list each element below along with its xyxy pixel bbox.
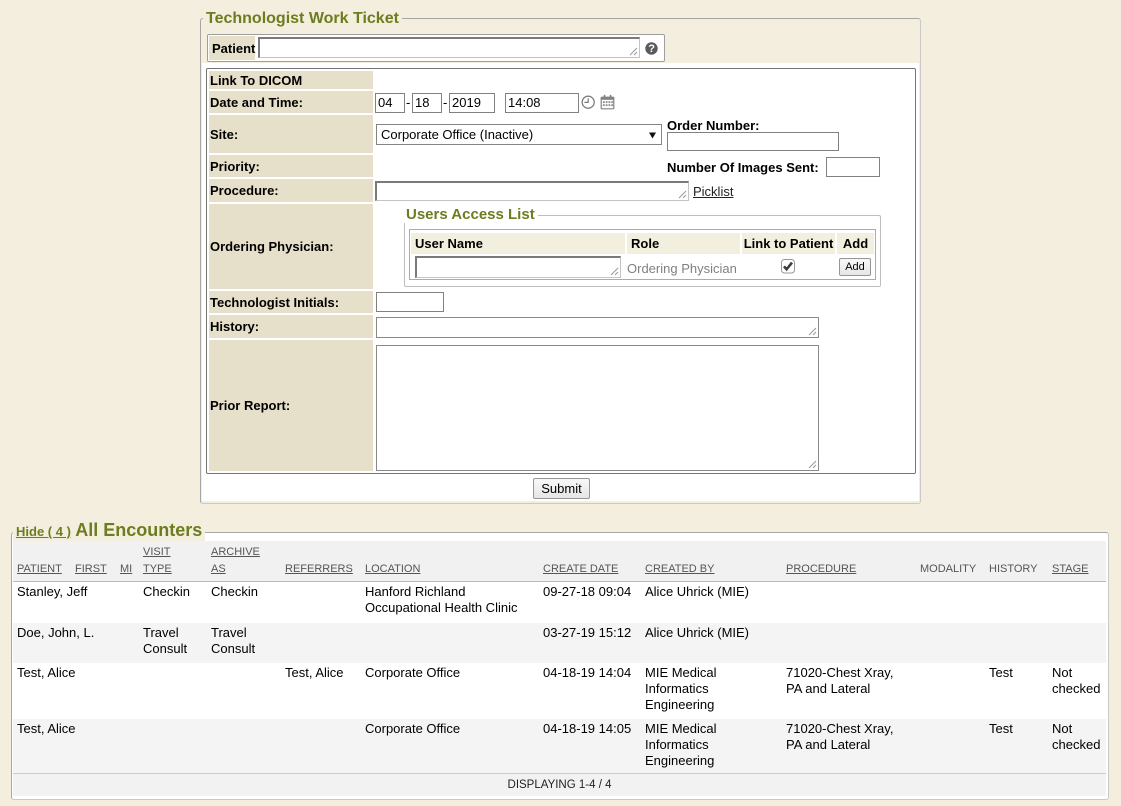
svg-text:?: ?: [648, 43, 655, 55]
